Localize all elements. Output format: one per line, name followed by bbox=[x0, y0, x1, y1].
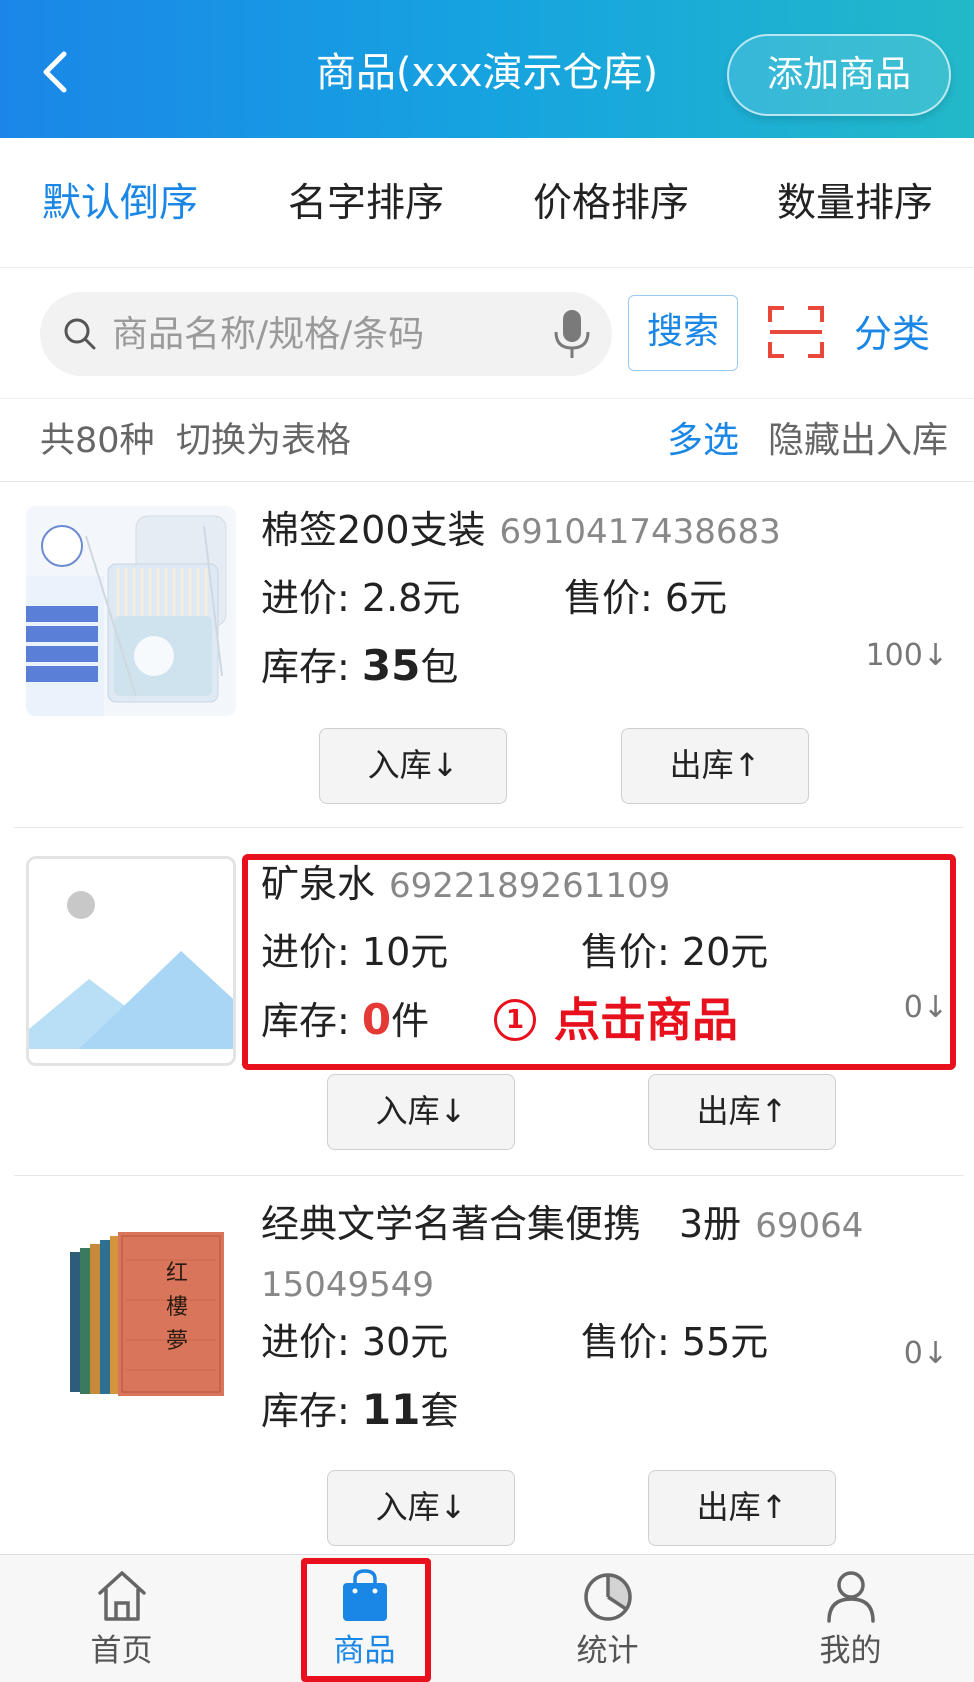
annotation-text: 点击商品 bbox=[554, 993, 738, 1047]
search-box[interactable] bbox=[40, 292, 612, 376]
step-number-badge: 1 bbox=[494, 998, 536, 1041]
stock-out-button[interactable]: 出库↑ bbox=[648, 1074, 836, 1150]
sale-price: 售价: 6元 bbox=[564, 570, 727, 626]
back-button[interactable] bbox=[30, 42, 86, 102]
cost-label: 进价: bbox=[261, 576, 350, 620]
search-row: 搜索 分类 bbox=[0, 268, 974, 398]
nav-label: 统计 bbox=[576, 1633, 639, 1669]
stock-value: 35 bbox=[361, 641, 421, 690]
stock-unit: 套 bbox=[420, 1389, 459, 1433]
product-name[interactable]: 经典文学名著合集便携 3册 69064 bbox=[261, 1196, 863, 1254]
nav-label: 我的 bbox=[819, 1633, 882, 1669]
stock-out-button[interactable]: 出库↑ bbox=[648, 1470, 836, 1546]
add-product-button[interactable]: 添加商品 bbox=[727, 34, 951, 116]
nav-home[interactable]: 首页 bbox=[0, 1555, 243, 1682]
product-barcode: 69064 bbox=[755, 1206, 864, 1246]
toggle-table-view-link[interactable]: 切换为表格 bbox=[176, 415, 351, 467]
price-value: 6元 bbox=[664, 576, 728, 620]
stock-value: 11 bbox=[361, 1385, 421, 1434]
stock-in-button[interactable]: 入库↓ bbox=[327, 1470, 515, 1546]
pie-chart-icon bbox=[584, 1573, 632, 1621]
stock-label: 库存: bbox=[261, 645, 350, 689]
product-barcode-continued: 15049549 bbox=[261, 1265, 435, 1305]
stock: 库存: 35包 bbox=[261, 638, 458, 695]
product-item[interactable]: 红 樓 夢 经典文学名著合集便携 3册 69064 15049549 进价: 30… bbox=[14, 1176, 964, 1554]
bottom-navigation: 首页 商品 统计 我的 bbox=[0, 1554, 974, 1682]
search-button[interactable]: 搜索 bbox=[628, 295, 738, 371]
product-image-placeholder[interactable] bbox=[26, 856, 236, 1066]
svg-text:夢: 夢 bbox=[166, 1329, 188, 1354]
stock-in-button[interactable]: 入库↓ bbox=[327, 1074, 515, 1150]
tutorial-nav-highlight-box bbox=[301, 1558, 431, 1682]
cost-value: 30元 bbox=[361, 1320, 449, 1364]
tutorial-annotation: 1 点击商品 bbox=[494, 990, 738, 1050]
nav-statistics[interactable]: 统计 bbox=[486, 1555, 729, 1682]
image-placeholder-icon bbox=[29, 859, 233, 1063]
cost-price: 进价: 2.8元 bbox=[261, 570, 460, 626]
category-link[interactable]: 分类 bbox=[854, 306, 930, 362]
cost-value: 2.8元 bbox=[361, 576, 461, 620]
product-image[interactable] bbox=[26, 506, 236, 716]
product-barcode: 6910417438683 bbox=[499, 512, 781, 552]
product-item[interactable]: 棉签200支装 6910417438683 进价: 2.8元 售价: 6元 库存:… bbox=[14, 482, 964, 828]
nav-label: 首页 bbox=[90, 1633, 153, 1669]
book-set-image: 红 樓 夢 bbox=[26, 1220, 236, 1430]
product-count: 共80种 bbox=[40, 421, 155, 461]
product-name-text: 棉签200支装 bbox=[261, 508, 486, 552]
chevron-left-icon bbox=[43, 51, 67, 93]
nav-mine[interactable]: 我的 bbox=[729, 1555, 972, 1682]
stock-out-button[interactable]: 出库↑ bbox=[621, 728, 809, 804]
stock: 库存: 11套 bbox=[261, 1382, 458, 1439]
search-input[interactable] bbox=[112, 300, 532, 368]
hide-stock-io-link[interactable]: 隐藏出入库 bbox=[768, 415, 948, 467]
app-header: 商品(xxx演示仓库) 添加商品 bbox=[0, 0, 974, 138]
sort-tabs: 默认倒序 名字排序 价格排序 数量排序 bbox=[0, 138, 974, 268]
side-count[interactable]: 100↓ bbox=[866, 634, 948, 678]
page-title: 商品(xxx演示仓库) bbox=[315, 50, 659, 96]
product-name[interactable]: 棉签200支装 6910417438683 bbox=[261, 502, 781, 560]
cost-price: 进价: 30元 bbox=[261, 1314, 448, 1370]
tab-sort-name[interactable]: 名字排序 bbox=[288, 176, 444, 232]
home-icon bbox=[98, 1571, 146, 1621]
stock-unit: 包 bbox=[420, 645, 459, 689]
scan-icon[interactable] bbox=[766, 304, 826, 360]
cotton-swab-image bbox=[26, 506, 236, 716]
tab-sort-price[interactable]: 价格排序 bbox=[533, 176, 689, 232]
stock-label: 库存: bbox=[261, 1389, 350, 1433]
product-image[interactable]: 红 樓 夢 bbox=[26, 1220, 236, 1430]
cost-label: 进价: bbox=[261, 1320, 350, 1364]
tab-sort-quantity[interactable]: 数量排序 bbox=[777, 176, 933, 232]
price-label: 售价: bbox=[564, 576, 653, 620]
search-icon bbox=[64, 318, 96, 350]
svg-text:樓: 樓 bbox=[166, 1295, 188, 1320]
price-label: 售价: bbox=[581, 1320, 670, 1364]
price-value: 55元 bbox=[681, 1320, 769, 1364]
multi-select-link[interactable]: 多选 bbox=[667, 415, 739, 467]
tab-default-desc[interactable]: 默认倒序 bbox=[42, 176, 198, 232]
sale-price: 售价: 55元 bbox=[581, 1314, 768, 1370]
side-count[interactable]: 0↓ bbox=[904, 1332, 948, 1376]
user-icon bbox=[827, 1571, 875, 1623]
list-info-bar: 共80种 切换为表格 多选 隐藏出入库 bbox=[0, 398, 974, 482]
stock-in-button[interactable]: 入库↓ bbox=[319, 728, 507, 804]
product-name-text: 经典文学名著合集便携 3册 bbox=[261, 1202, 742, 1246]
book-cover-title: 红 bbox=[166, 1261, 188, 1286]
microphone-icon[interactable] bbox=[552, 308, 592, 360]
